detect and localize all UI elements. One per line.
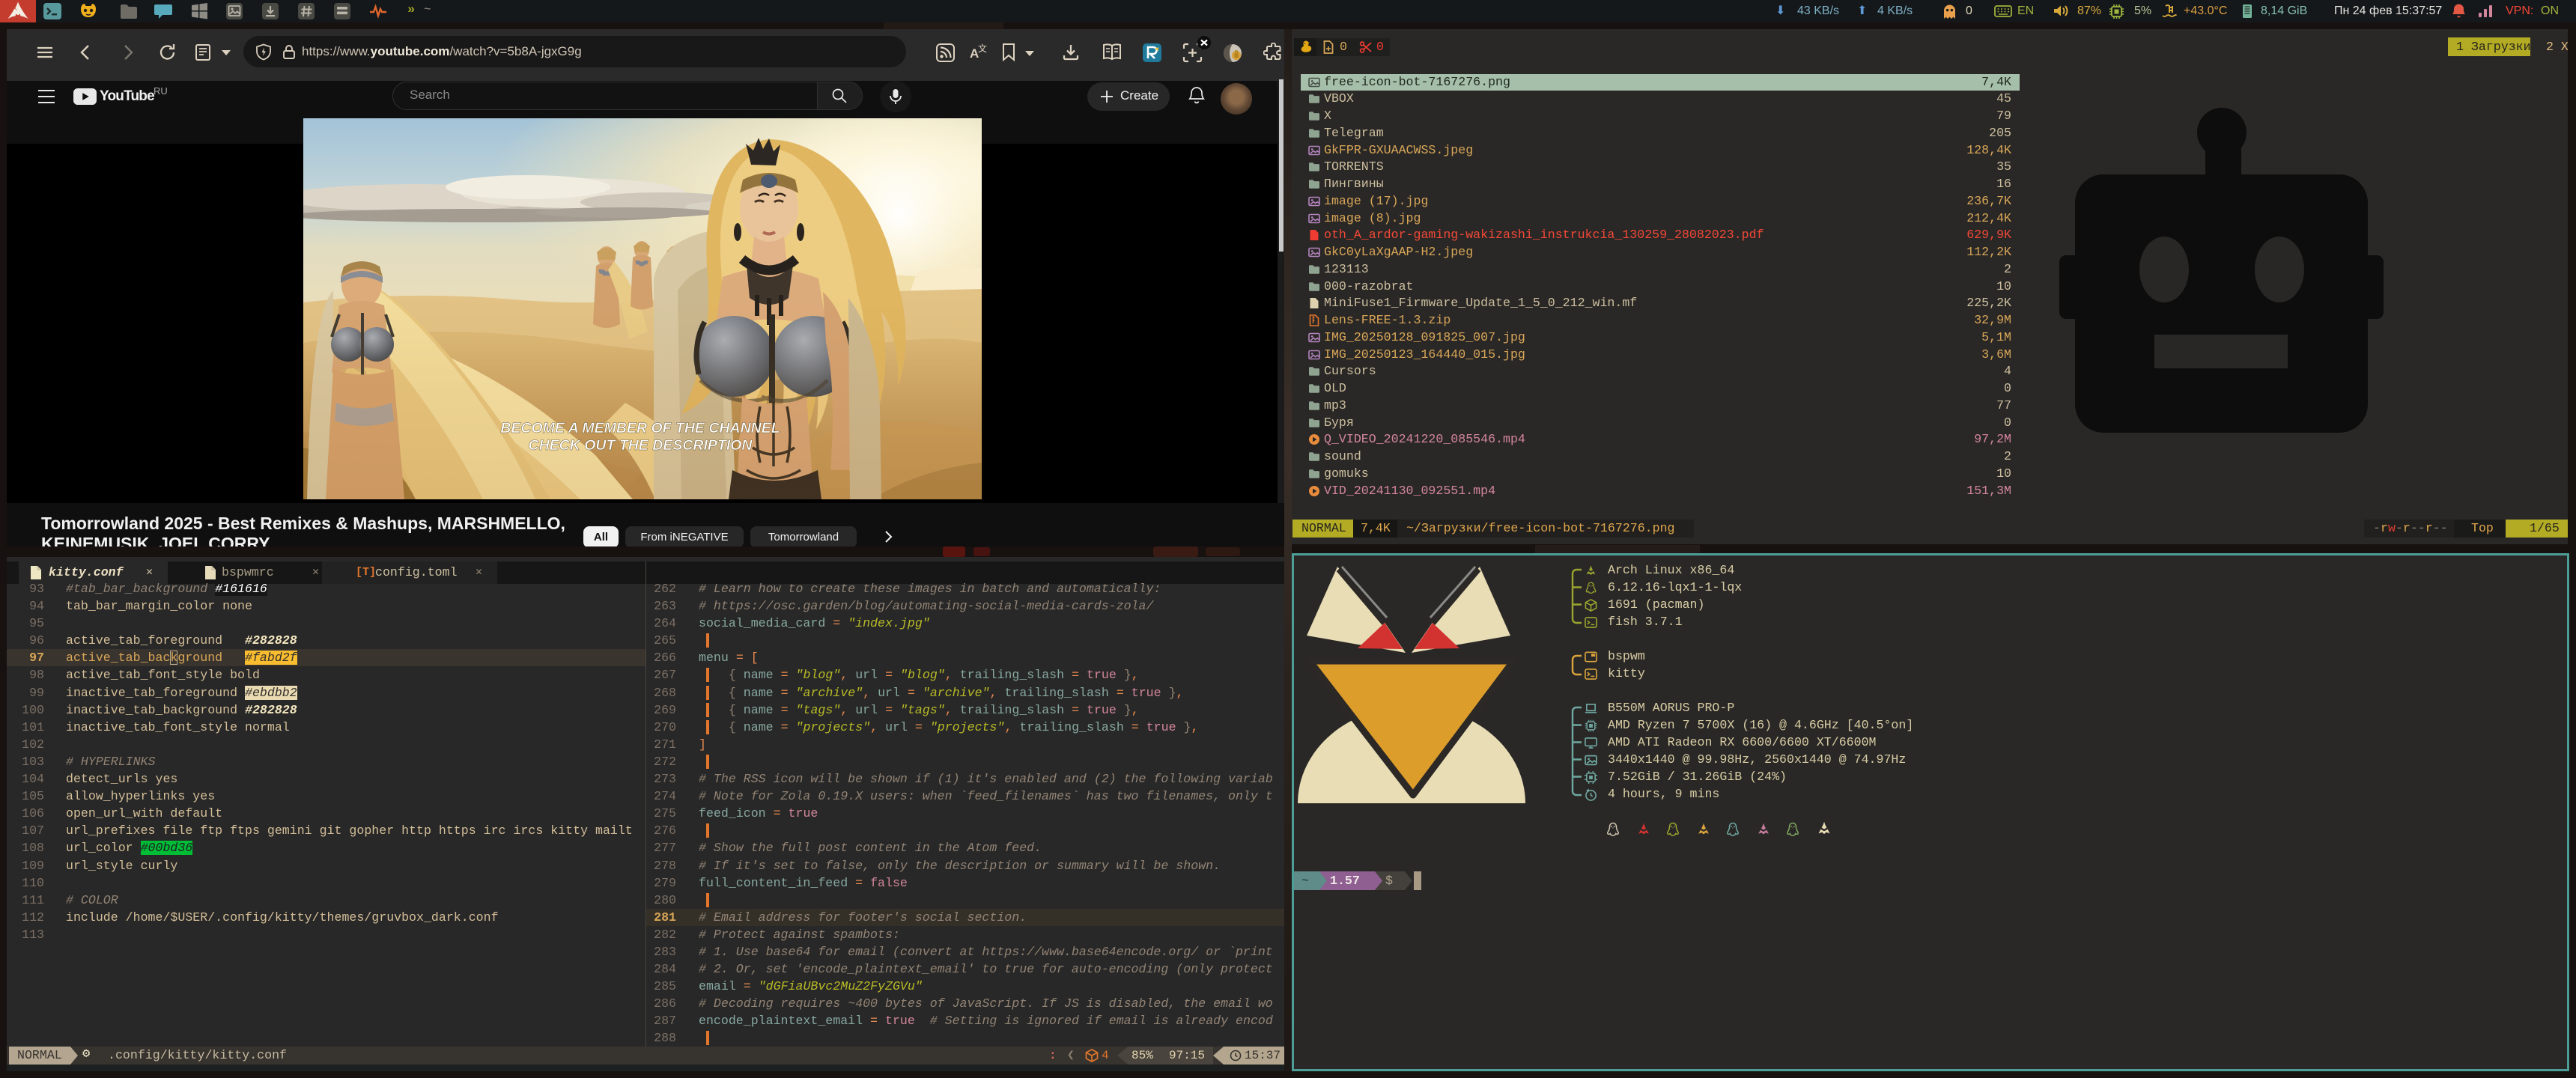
- svg-text:BECOME A MEMBER OF THE CHANNEL: BECOME A MEMBER OF THE CHANNEL: [500, 420, 780, 436]
- svg-text:CHECK OUT THE DESCRIPTION: CHECK OUT THE DESCRIPTION: [528, 437, 753, 454]
- svg-text:文: 文: [978, 43, 987, 54]
